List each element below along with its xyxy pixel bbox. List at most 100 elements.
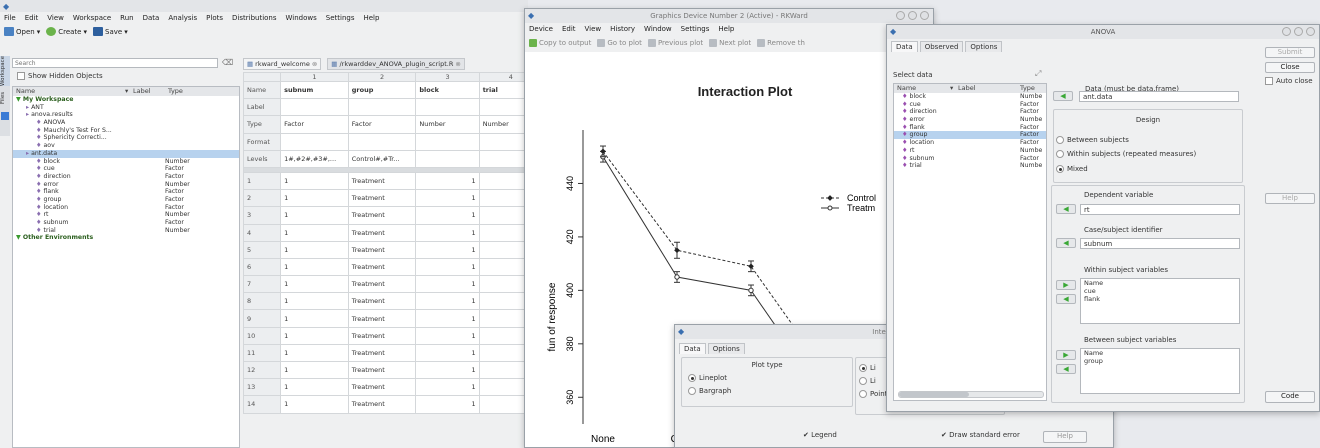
data-cell[interactable]: 1 <box>415 206 480 225</box>
between-subjects-radio[interactable]: Between subjects <box>1056 136 1129 144</box>
meta-cell[interactable] <box>280 98 349 117</box>
minimize-icon[interactable] <box>1282 27 1291 36</box>
meta-cell[interactable] <box>280 132 349 151</box>
menu-edit[interactable]: Edit <box>25 14 39 22</box>
tab-options[interactable]: Options <box>707 343 745 354</box>
tree-row[interactable]: ♦ Sphericity Correcti... <box>13 134 239 142</box>
menu-view[interactable]: View <box>47 14 64 22</box>
data-cell[interactable]: Treatment <box>347 206 417 225</box>
within-item[interactable]: flank <box>1081 295 1239 303</box>
gtool-2[interactable]: Previous plot <box>647 38 703 47</box>
tree-row[interactable]: ♦ location Factor <box>13 204 239 212</box>
open-button[interactable]: Open ▾ <box>4 27 40 36</box>
meta-cell[interactable]: trial <box>478 80 528 100</box>
data-cell[interactable]: 1 <box>280 206 349 225</box>
save-button[interactable]: Save ▾ <box>93 27 128 36</box>
tab-data[interactable]: Data <box>679 343 706 354</box>
data-cell[interactable]: 1 <box>415 360 480 380</box>
case-arrow-button[interactable]: ◀ <box>1056 238 1076 248</box>
var-scrollbar[interactable] <box>898 391 1044 398</box>
tab-close-icon[interactable]: ⊗ <box>312 60 317 68</box>
case-id-field[interactable]: subnum <box>1080 238 1240 249</box>
tree-row[interactable]: ♦ block Number <box>13 158 239 166</box>
col-number[interactable]: 1 <box>280 72 349 82</box>
data-cell[interactable]: 1 <box>280 326 349 345</box>
row-number[interactable]: 11 <box>243 343 282 363</box>
data-cell[interactable]: 1 <box>280 240 349 259</box>
col-number[interactable]: 2 <box>347 72 417 82</box>
data-cell[interactable]: 3 <box>478 206 528 225</box>
meta-cell[interactable]: subnum <box>280 80 349 100</box>
legend-checkbox[interactable]: ✔ Legend <box>803 431 837 439</box>
tree-row[interactable]: ♦ cue Factor <box>13 165 239 173</box>
data-cell[interactable]: 14 <box>478 395 528 414</box>
meta-cell[interactable]: 1#,#2#,#3#,... <box>280 149 349 168</box>
within-remove-button[interactable]: ◀ <box>1056 294 1076 304</box>
line-option-2[interactable]: Li <box>859 377 876 385</box>
within-subjects-radio[interactable]: Within subjects (repeated measures) <box>1056 150 1196 158</box>
side-tab-workspace[interactable]: Workspace <box>0 56 10 86</box>
data-cell[interactable]: 1 <box>415 257 480 277</box>
data-cell[interactable]: 5 <box>478 240 528 259</box>
data-cell[interactable]: 1 <box>415 326 480 345</box>
maximize-icon[interactable] <box>1294 27 1303 36</box>
data-cell[interactable]: Treatment <box>347 343 417 363</box>
meta-cell[interactable] <box>347 98 417 117</box>
menu-file[interactable]: File <box>4 14 16 22</box>
tree-row[interactable]: ▸ ANT <box>13 104 239 112</box>
menu-settings[interactable]: Settings <box>326 14 355 22</box>
data-cell[interactable]: 9 <box>478 309 528 328</box>
data-cell[interactable]: Treatment <box>347 378 417 397</box>
meta-cell[interactable]: Number <box>478 115 528 134</box>
data-cell[interactable]: Treatment <box>347 223 417 242</box>
tree-row[interactable]: ♦ ANOVA <box>13 119 239 127</box>
tree-row[interactable]: ♦ direction Factor <box>13 173 239 181</box>
row-number[interactable]: 4 <box>243 223 282 242</box>
meta-cell[interactable]: group <box>347 80 417 100</box>
within-add-button[interactable]: ▶ <box>1056 280 1076 290</box>
tree-row[interactable]: ♦ aov <box>13 142 239 150</box>
tree-row[interactable]: ♦ error Number <box>13 181 239 189</box>
doc-tab[interactable]: ▦/rkwarddev_ANOVA_plugin_script.R ⊗ <box>327 58 465 70</box>
data-cell[interactable]: 1 <box>478 171 528 191</box>
data-cell[interactable]: Treatment <box>347 395 417 414</box>
tree-row[interactable]: ▼ My Workspace <box>13 96 239 104</box>
tree-row[interactable]: ♦ group Factor <box>13 196 239 204</box>
data-cell[interactable]: 10 <box>478 326 528 345</box>
row-number[interactable]: 5 <box>243 240 282 259</box>
data-cell[interactable]: 1 <box>280 395 349 414</box>
gtool-4[interactable]: Remove th <box>757 38 805 47</box>
var-row[interactable]: ♦ trial Numbe <box>894 162 1046 170</box>
gmenu-window[interactable]: Window <box>644 25 672 33</box>
close-icon[interactable] <box>1306 27 1315 36</box>
interplot-help-button[interactable]: Help <box>1043 431 1087 443</box>
dep-var-field[interactable]: rt <box>1080 204 1240 215</box>
data-cell[interactable]: Treatment <box>347 275 417 294</box>
data-cell[interactable]: 1 <box>280 292 349 311</box>
meta-cell[interactable] <box>478 98 528 117</box>
menu-windows[interactable]: Windows <box>286 14 317 22</box>
submit-button[interactable]: Submit <box>1265 47 1315 58</box>
tree-row[interactable]: ▸ ant.data <box>13 149 239 158</box>
doc-tab[interactable]: ▦ rkward_welcome ⊗ <box>243 58 322 70</box>
meta-cell[interactable]: Factor <box>280 115 349 134</box>
row-number[interactable]: 3 <box>243 206 282 225</box>
row-number[interactable]: 6 <box>243 257 282 277</box>
tree-row[interactable]: ♦ trial Number <box>13 227 239 235</box>
data-cell[interactable]: 1 <box>280 360 349 380</box>
data-cell[interactable]: 6 <box>478 257 528 277</box>
tree-row[interactable]: ▼ Other Environments <box>13 234 239 242</box>
tree-row[interactable]: ♦ rt Number <box>13 211 239 219</box>
menu-distributions[interactable]: Distributions <box>232 14 277 22</box>
between-list[interactable]: Name group <box>1080 348 1240 394</box>
var-row[interactable]: ♦ block Numbe <box>894 93 1046 101</box>
close-button[interactable]: Close <box>1265 62 1315 73</box>
data-cell[interactable]: 4 <box>478 223 528 242</box>
between-item[interactable]: group <box>1081 357 1239 365</box>
data-cell[interactable]: 2 <box>478 189 528 208</box>
data-cell[interactable]: 13 <box>478 378 528 397</box>
meta-cell[interactable] <box>478 132 528 151</box>
data-cell[interactable]: 1 <box>280 343 349 363</box>
data-cell[interactable]: 1 <box>280 257 349 277</box>
data-cell[interactable]: 7 <box>478 275 528 294</box>
